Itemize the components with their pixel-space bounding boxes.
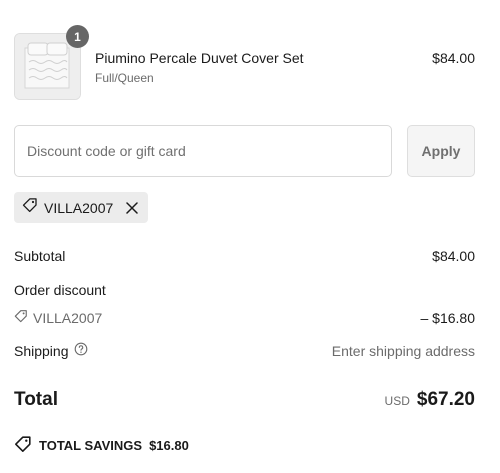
total-amount: $67.20	[416, 389, 475, 410]
close-icon[interactable]	[124, 200, 140, 216]
order-discount-row: Order discount	[14, 282, 475, 298]
applied-code-label: VILLA2007	[44, 199, 114, 216]
total-currency: USD	[384, 394, 410, 408]
line-item: 1 Piumino Percale Duvet Cover Set Full/Q…	[14, 25, 475, 100]
discount-code-name: VILLA2007	[33, 309, 103, 326]
product-thumbnail-wrap: 1	[14, 25, 89, 100]
savings-value: $16.80	[149, 438, 189, 453]
applied-code-chip: VILLA2007	[14, 192, 148, 223]
help-icon[interactable]	[74, 342, 88, 359]
tag-icon	[22, 197, 38, 218]
total-savings: TOTAL SAVINGS $16.80	[14, 435, 189, 456]
shipping-value: Enter shipping address	[331, 342, 475, 359]
discount-value: – $16.80	[420, 309, 476, 326]
subtotal-label: Subtotal	[14, 248, 66, 264]
tag-icon	[14, 309, 28, 326]
total-group: USD $67.20	[385, 389, 475, 411]
discount-row: Apply	[14, 125, 475, 177]
savings-label: TOTAL SAVINGS	[39, 438, 143, 453]
order-discount-label: Order discount	[14, 282, 106, 298]
discount-code-input[interactable]	[14, 125, 392, 177]
subtotal-value: $84.00	[432, 248, 475, 264]
shipping-label: Shipping	[14, 342, 69, 359]
shipping-row: Shipping Enter shipping address	[14, 342, 475, 359]
product-price: $84.00	[432, 50, 475, 66]
subtotal-row: Subtotal $84.00	[14, 248, 475, 264]
total-label: Total	[14, 389, 58, 410]
discount-code-group: VILLA2007	[14, 309, 102, 326]
apply-button[interactable]: Apply	[407, 125, 475, 177]
quantity-badge: 1	[66, 25, 89, 48]
tag-icon	[14, 435, 32, 456]
product-name: Piumino Percale Duvet Cover Set	[95, 50, 304, 66]
total-row: Total USD $67.20	[14, 385, 475, 415]
product-variant: Full/Queen	[95, 71, 154, 85]
discount-code-row: VILLA2007 – $16.80	[14, 309, 475, 326]
shipping-group: Shipping	[14, 342, 88, 359]
